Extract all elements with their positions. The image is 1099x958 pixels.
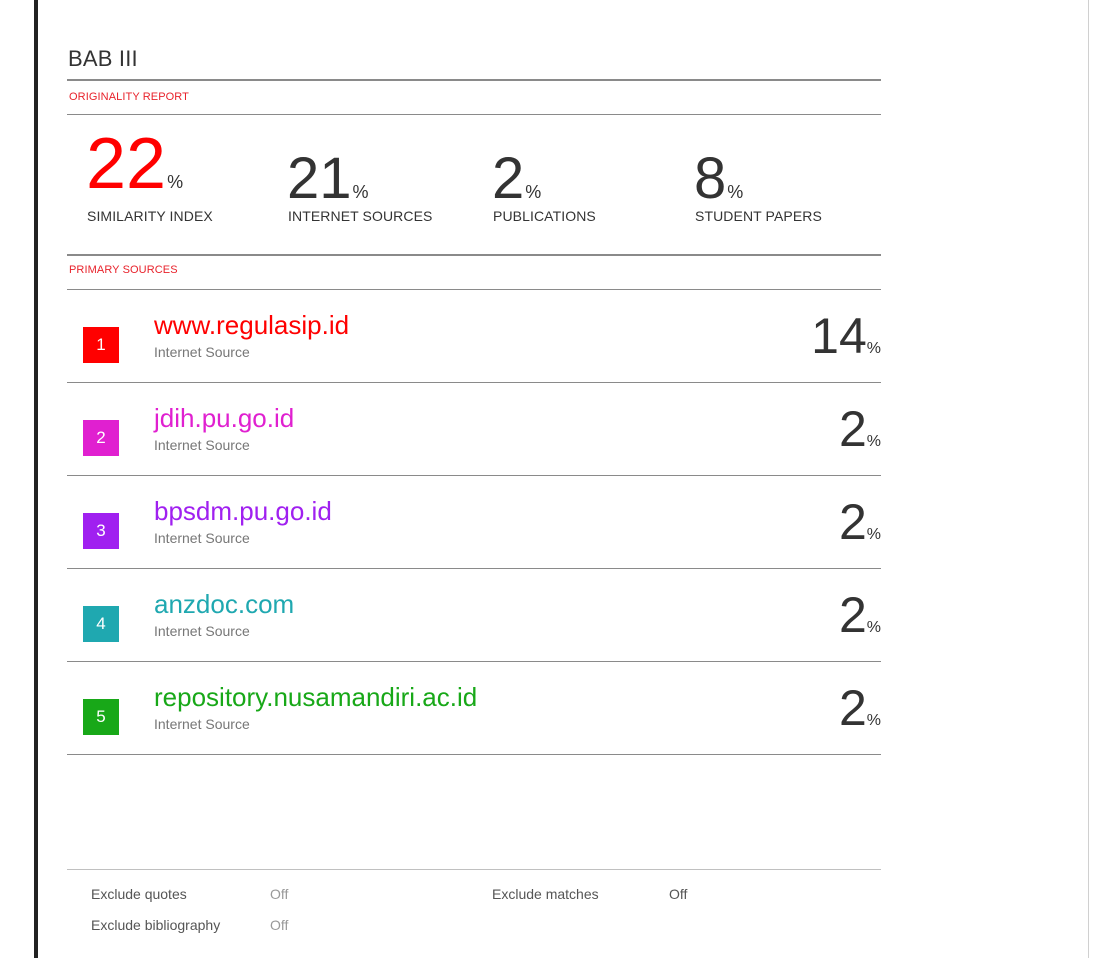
exclude-bibliography-label: Exclude bibliography — [91, 917, 221, 933]
stats-divider — [67, 254, 881, 256]
source-name-link[interactable]: www.regulasip.id — [154, 310, 349, 341]
exclude-matches-label: Exclude matches — [492, 886, 599, 902]
source-percent-unit: % — [866, 712, 881, 729]
source-type: Internet Source — [154, 437, 250, 453]
stat-student-papers: 8% STUDENT PAPERS — [694, 146, 822, 225]
source-type: Internet Source — [154, 530, 250, 546]
exclude-quotes-value: Off — [270, 886, 289, 902]
source-name-link[interactable]: repository.nusamandiri.ac.id — [154, 682, 477, 713]
stat-unit: % — [525, 182, 542, 202]
document-title: BAB III — [68, 46, 138, 71]
source-row: 2 jdih.pu.go.id Internet Source 2% — [67, 383, 881, 476]
exclude-matches-value: Off — [669, 886, 688, 902]
stat-unit: % — [167, 172, 184, 192]
source-row: 1 www.regulasip.id Internet Source 14% — [67, 290, 881, 383]
source-row: 3 bpsdm.pu.go.id Internet Source 2% — [67, 476, 881, 569]
source-percent-unit: % — [866, 526, 881, 543]
source-index-badge: 4 — [83, 606, 119, 642]
page-left-border — [34, 0, 38, 958]
source-percent-value: 14 — [811, 308, 867, 364]
stat-unit: % — [727, 182, 744, 202]
source-index-badge: 5 — [83, 699, 119, 735]
stat-label: PUBLICATIONS — [493, 208, 596, 224]
source-index-badge: 2 — [83, 420, 119, 456]
source-percent-unit: % — [866, 340, 881, 357]
stat-similarity-index: 22% SIMILARITY INDEX — [86, 124, 213, 224]
stat-value: 22 — [86, 124, 167, 204]
stat-label: INTERNET SOURCES — [288, 208, 433, 224]
source-name-link[interactable]: anzdoc.com — [154, 589, 294, 620]
source-percent-value: 2 — [838, 494, 867, 550]
title-divider — [67, 79, 881, 81]
source-percent-value: 2 — [838, 587, 867, 643]
source-percent: 2% — [839, 683, 881, 733]
stat-label: SIMILARITY INDEX — [87, 208, 213, 224]
exclude-bibliography-value: Off — [270, 917, 289, 933]
source-percent: 2% — [839, 404, 881, 454]
stat-publications: 2% PUBLICATIONS — [492, 146, 596, 225]
source-type: Internet Source — [154, 344, 250, 360]
source-percent-unit: % — [866, 433, 881, 450]
originality-divider — [67, 114, 881, 115]
source-percent-unit: % — [866, 619, 881, 636]
source-name-link[interactable]: jdih.pu.go.id — [154, 403, 294, 434]
stat-value: 8 — [694, 146, 727, 211]
originality-report-label: ORIGINALITY REPORT — [69, 91, 189, 103]
source-index-badge: 1 — [83, 327, 119, 363]
source-name-link[interactable]: bpsdm.pu.go.id — [154, 496, 332, 527]
source-type: Internet Source — [154, 716, 250, 732]
exclude-quotes-label: Exclude quotes — [91, 886, 187, 902]
source-percent-value: 2 — [838, 680, 867, 736]
footer-divider — [67, 869, 881, 870]
source-row: 4 anzdoc.com Internet Source 2% — [67, 569, 881, 662]
source-percent: 14% — [811, 311, 881, 361]
stat-unit: % — [352, 182, 369, 202]
stat-label: STUDENT PAPERS — [695, 208, 822, 224]
source-percent: 2% — [839, 590, 881, 640]
primary-sources-label: PRIMARY SOURCES — [69, 264, 178, 276]
source-percent: 2% — [839, 497, 881, 547]
stat-value: 21 — [287, 146, 352, 211]
source-type: Internet Source — [154, 623, 250, 639]
source-percent-value: 2 — [838, 401, 867, 457]
source-index-badge: 3 — [83, 513, 119, 549]
source-row-divider — [67, 754, 881, 755]
source-row: 5 repository.nusamandiri.ac.id Internet So… — [67, 662, 881, 755]
stat-value: 2 — [492, 146, 525, 211]
stat-internet-sources: 21% INTERNET SOURCES — [287, 146, 432, 225]
page-right-border — [1088, 0, 1089, 958]
